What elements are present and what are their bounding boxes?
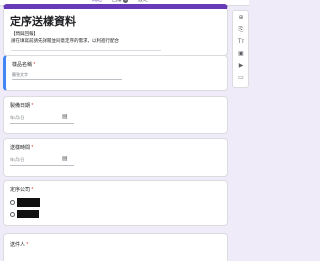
redacted-option-label [17,198,40,207]
add-question-icon[interactable]: ⊕ [237,14,245,22]
question-card-prepare-date[interactable]: 製備日期 * 年/月/日 ▤ [3,96,228,134]
question-label-text: 送樣時間 [10,145,31,151]
question-label-text: 送件人 [10,242,26,248]
question-label: 定序公司 * [10,186,33,193]
question-card-sample-name[interactable]: 樣品名稱 * 簡答文字 [3,55,228,91]
date-field-hint: 年/月/日 [10,157,25,162]
description-divider [11,50,161,51]
question-card-sender[interactable]: 送件人 * [3,233,228,261]
date-answer-line [10,123,74,124]
calendar-icon: ▤ [62,156,68,162]
required-marker: * [31,145,34,151]
question-card-sequencing-company[interactable]: 定序公司 * [3,180,228,226]
date-field-hint: 年/月/日 [10,115,25,120]
required-marker: * [26,242,29,248]
question-label: 送樣時間 * [10,144,33,151]
tab-responses-label: 回覆 [112,0,123,3]
redacted-option-label [17,210,39,218]
form-description-line1[interactable]: 【問與回報】 [11,31,38,37]
form-header-card[interactable]: 定序送樣資料 【問與回報】 請在填寫前請先詳閱並同意定序的需求，以利進行配合 [3,4,228,56]
date-answer-line [10,165,74,166]
title-text-icon[interactable]: Tт [237,38,245,46]
page-right-gutter [249,0,252,261]
radio-button[interactable] [10,200,15,205]
question-label-text: 製備日期 [10,103,31,109]
form-description-line2[interactable]: 請在填寫前請先詳閱並同意定序的需求，以利進行配合 [11,38,119,44]
question-label-text: 樣品名稱 [12,62,33,68]
question-label: 樣品名稱 * [12,61,35,68]
short-answer-hint: 簡答文字 [12,72,28,77]
video-icon[interactable]: ▶ [237,62,245,70]
question-toolbar: ⊕ ⎘ Tт ▣ ▶ ▭ [232,10,249,88]
import-icon[interactable]: ⎘ [237,26,245,34]
section-icon[interactable]: ▭ [237,74,245,82]
question-label-text: 定序公司 [10,187,31,193]
required-marker: * [33,62,36,68]
question-label: 製備日期 * [10,102,33,109]
form-title[interactable]: 定序送樣資料 [10,13,76,29]
short-answer-line [12,79,122,80]
radio-button[interactable] [10,211,15,217]
required-marker: * [31,187,34,193]
calendar-icon: ▤ [62,114,68,120]
question-card-send-time[interactable]: 送樣時間 * 年/月/日 ▤ [3,138,228,177]
choice-option[interactable] [10,198,40,207]
image-icon[interactable]: ▣ [237,50,245,58]
choice-option[interactable] [10,210,39,218]
required-marker: * [31,103,34,109]
responses-count-badge: 5 [123,0,129,3]
question-label: 送件人 * [10,241,28,248]
